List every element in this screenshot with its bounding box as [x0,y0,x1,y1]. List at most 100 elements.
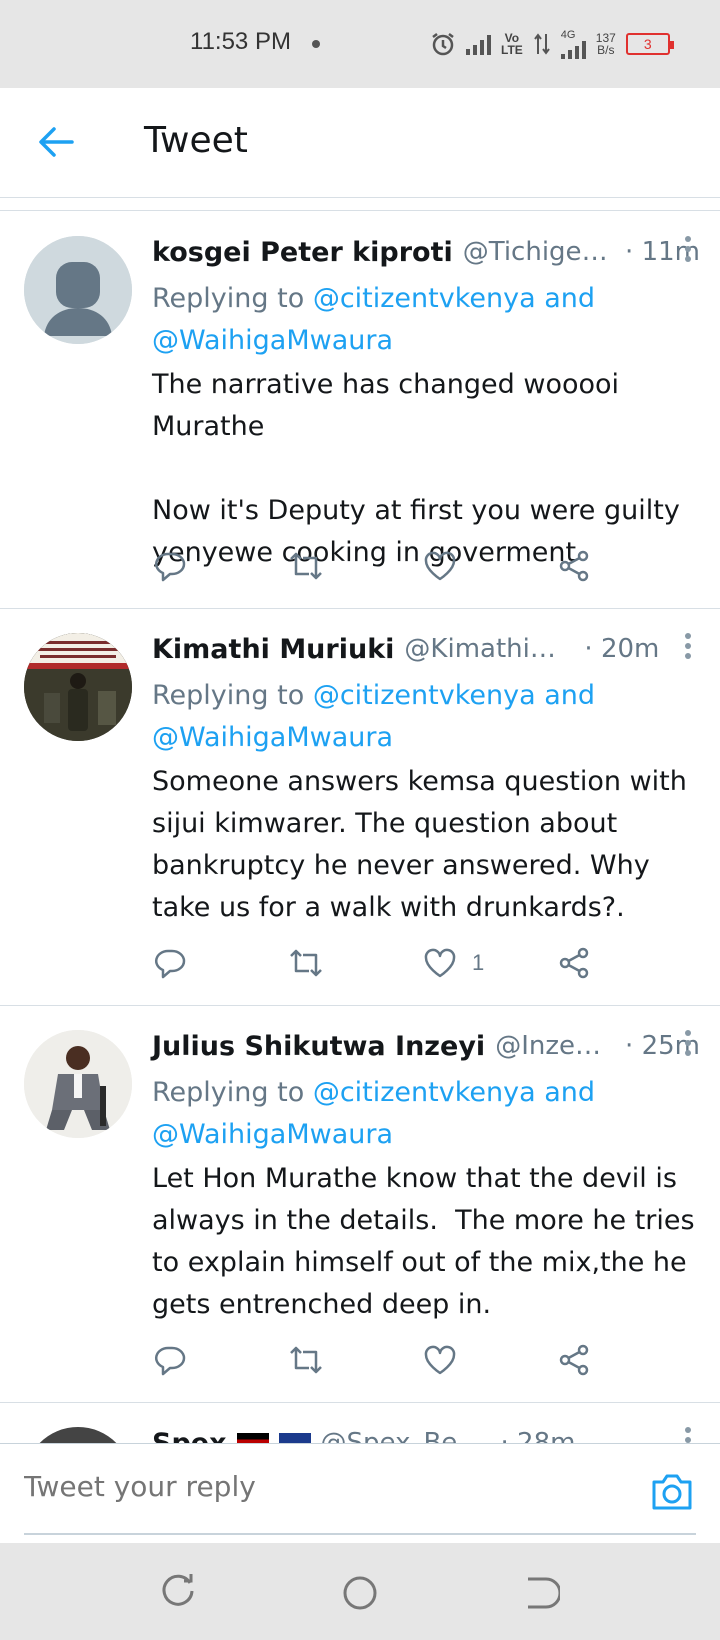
mention-link[interactable]: @WaihigaMwaura [152,1119,393,1150]
like-button[interactable] [422,546,472,586]
avatar[interactable] [24,236,132,344]
author-handle[interactable]: @InzeyiJ... [495,1031,615,1061]
retweet-button[interactable] [288,546,324,586]
battery-icon: 3 [625,33,674,55]
photo-avatar-icon [24,633,132,741]
replying-label: Replying to [152,283,305,314]
retweet-icon [290,1346,322,1374]
replying-to: Replying to @citizentvkenya and @Waihiga… [152,675,692,759]
mention-and[interactable]: and [544,1077,595,1108]
battery-level: 3 [643,36,652,52]
author-handle[interactable]: @Spex_Bey... [321,1428,491,1443]
replying-to: Replying to @citizentvkenya and @Waihiga… [152,278,692,362]
tweet-item[interactable]: kosgei Peter kiproti @Tichigene... · 11m… [0,212,720,609]
mention-link[interactable]: @citizentvkenya [313,680,536,711]
replying-label: Replying to [152,1077,305,1108]
share-icon [559,1344,589,1376]
heart-icon [424,1345,456,1375]
share-icon [559,550,589,582]
retweet-icon [290,949,322,977]
back-arrow-icon[interactable] [36,122,76,162]
home-icon[interactable] [340,1573,380,1613]
tweet-item[interactable]: Julius Shikutwa Inzeyi @InzeyiJ... · 25m… [0,1006,720,1403]
like-button[interactable]: 1 [422,943,484,983]
network-label: 4G [560,29,576,41]
retweet-button[interactable] [288,1340,324,1380]
more-options-icon[interactable] [684,1427,692,1443]
reply-icon [154,949,186,979]
mention-link[interactable]: @citizentvkenya [313,1077,536,1108]
tweet-text: Let Hon Murathe know that the devil is a… [152,1163,704,1320]
back-icon[interactable] [520,1573,560,1613]
status-time: 11:53 PM [190,28,291,55]
page-title: Tweet [144,120,248,161]
tweet-text: The narrative has changed wooooi Murathe… [152,369,680,568]
signal-icon-2 [560,41,586,59]
retweet-icon [290,552,322,580]
mention-and[interactable]: and [544,680,595,711]
tweet-time: · 20m [584,634,660,664]
author-name[interactable]: kosgei Peter kiproti [152,237,453,268]
more-options-icon[interactable] [684,236,692,264]
tweet-actions [152,1340,632,1380]
kenya-flag-icon [236,1433,269,1443]
avatar[interactable] [24,633,132,741]
reply-icon [154,1346,186,1376]
mention-link[interactable]: @WaihigaMwaura [152,325,393,356]
share-button[interactable] [556,1340,592,1380]
default-avatar-icon [24,236,132,344]
input-underline [24,1533,696,1535]
photo-avatar-icon [24,1030,132,1138]
divider [0,199,720,211]
reply-input[interactable] [24,1470,624,1503]
system-nav-bar [0,1543,720,1640]
speed-unit: B/s [597,43,615,57]
share-button[interactable] [556,943,592,983]
uk-flag-icon [278,1433,311,1443]
tweet-item[interactable]: Kimathi Muriuki @KimathiMuriu... · 20m R… [0,609,720,1006]
author-name[interactable]: Julius Shikutwa Inzeyi [152,1031,485,1062]
heart-icon [424,948,456,978]
author-handle[interactable]: @KimathiMuriu... [404,634,574,664]
reply-button[interactable] [152,546,188,586]
author-name[interactable]: Kimathi Muriuki [152,634,394,665]
status-icons: Vo LTE 4G 137 B/s 3 [430,24,674,64]
notification-dot-icon [312,40,320,48]
replying-to: Replying to @citizentvkenya and @Waihiga… [152,1072,692,1156]
volte-label: Vo LTE [501,31,523,57]
tweet-item[interactable]: Spex @Spex_Bey... · 28m [0,1403,720,1443]
tweet-time: · 28m [500,1428,576,1443]
reply-icon [154,552,186,582]
like-button[interactable] [422,1340,472,1380]
retweet-button[interactable] [288,943,324,983]
recent-apps-icon[interactable] [160,1573,200,1613]
mention-link[interactable]: @citizentvkenya [313,283,536,314]
tweet-header: Kimathi Muriuki @KimathiMuriu... · 20m [152,629,700,669]
reply-composer [0,1443,720,1543]
mention-and[interactable]: and [544,283,595,314]
camera-icon[interactable] [650,1472,694,1512]
tweet-actions: 1 [152,943,632,983]
tweet-header: Julius Shikutwa Inzeyi @InzeyiJ... · 25m [152,1026,700,1066]
avatar[interactable] [24,1427,132,1443]
tweet-text: Someone answers kemsa question with siju… [152,766,696,923]
tweet-actions [152,546,632,586]
author-handle[interactable]: @Tichigene... [463,237,615,267]
reply-button[interactable] [152,943,188,983]
share-button[interactable] [556,546,592,586]
tweet-header: Spex @Spex_Bey... · 28m [152,1423,700,1443]
more-options-icon[interactable] [684,633,692,661]
signal-icon [466,33,491,55]
data-transfer-icon [533,33,550,55]
alarm-icon [432,33,454,56]
replying-label: Replying to [152,680,305,711]
share-icon [559,947,589,979]
like-count: 1 [472,950,485,975]
app-header: Tweet [0,88,720,198]
avatar[interactable] [24,1030,132,1138]
reply-button[interactable] [152,1340,188,1380]
status-bar: 11:53 PM Vo LTE 4G 137 B/s 3 [0,0,720,88]
mention-link[interactable]: @WaihigaMwaura [152,722,393,753]
more-options-icon[interactable] [684,1030,692,1058]
author-name[interactable]: Spex [152,1428,227,1444]
